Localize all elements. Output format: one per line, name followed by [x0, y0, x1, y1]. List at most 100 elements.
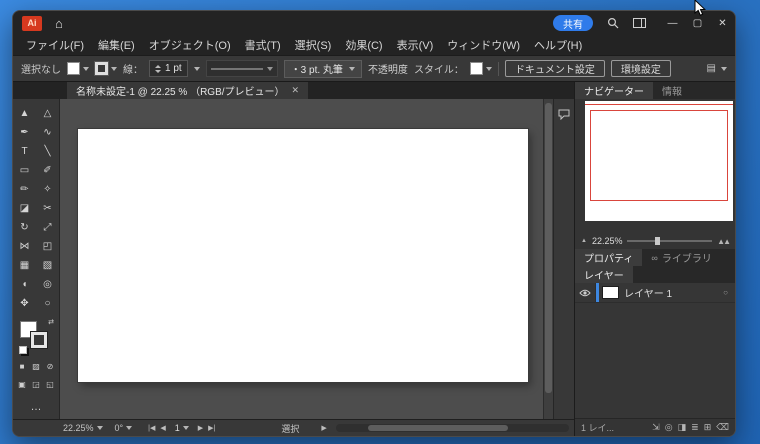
- delete-layer-icon[interactable]: ⌫: [716, 422, 729, 433]
- eraser-tool[interactable]: ◪: [16, 201, 34, 217]
- selection-tool[interactable]: ▲: [16, 106, 34, 122]
- menu-edit[interactable]: 編集(E): [91, 37, 142, 53]
- blend-tool[interactable]: ◎: [39, 277, 57, 293]
- document-tab[interactable]: 名称未設定-1 @ 22.25 % （RGB/プレビュー） ✕: [67, 82, 308, 99]
- tab-layers[interactable]: レイヤー: [575, 266, 633, 283]
- free-transform-tool[interactable]: ◰: [39, 239, 57, 255]
- width-profile-dropdown[interactable]: [206, 60, 278, 77]
- share-button[interactable]: 共有: [553, 15, 593, 31]
- navigator-zoom-value[interactable]: 22.25%: [592, 236, 623, 246]
- maximize-button[interactable]: ▢: [685, 11, 710, 35]
- line-segment-tool[interactable]: ╲: [39, 144, 57, 160]
- comments-icon[interactable]: [558, 107, 570, 125]
- type-tool[interactable]: T: [16, 144, 34, 160]
- pencil-tool[interactable]: ✏: [16, 182, 34, 198]
- default-colors-icon[interactable]: [19, 346, 27, 354]
- prev-artboard-button[interactable]: ◀: [160, 424, 165, 432]
- menu-view[interactable]: 表示(V): [390, 37, 441, 53]
- layer-target-icon[interactable]: ○: [723, 288, 728, 297]
- zoom-in-icon[interactable]: ▲▲: [717, 237, 729, 246]
- navigator-view-proxy[interactable]: [590, 110, 728, 201]
- new-sublayer-icon[interactable]: ≣: [691, 422, 699, 433]
- search-icon[interactable]: [607, 17, 619, 29]
- horizontal-scrollbar[interactable]: [336, 424, 569, 432]
- gradient-button[interactable]: ▨: [31, 362, 41, 371]
- artboard[interactable]: [78, 129, 528, 382]
- visibility-eye-icon[interactable]: [575, 283, 596, 302]
- last-artboard-button[interactable]: ▶|: [208, 424, 215, 432]
- shaper-tool[interactable]: ✧: [39, 182, 57, 198]
- draw-inside-button[interactable]: ◱: [45, 380, 55, 389]
- new-layer-icon[interactable]: ⊞: [704, 422, 712, 433]
- draw-behind-button[interactable]: ◲: [31, 380, 41, 389]
- layer-name[interactable]: レイヤー 1: [624, 285, 723, 300]
- illustrator-app-icon[interactable]: Ai: [22, 16, 42, 31]
- layer-row[interactable]: レイヤー 1 ○: [575, 283, 735, 303]
- rotate-tool[interactable]: ↻: [16, 220, 34, 236]
- tab-cc-libraries[interactable]: ∞ライブラリ: [642, 249, 720, 266]
- menu-help[interactable]: ヘルプ(H): [527, 37, 589, 53]
- menu-effect[interactable]: 効果(C): [338, 37, 389, 53]
- vertical-scrollbar-thumb[interactable]: [545, 103, 552, 393]
- tab-info[interactable]: 情報: [653, 82, 691, 99]
- canvas[interactable]: [60, 99, 543, 419]
- none-button[interactable]: ⊘: [45, 362, 55, 371]
- next-artboard-button[interactable]: ▶: [198, 424, 203, 432]
- direct-selection-tool[interactable]: △: [39, 106, 57, 122]
- workspace-layout-icon[interactable]: [633, 18, 646, 28]
- menu-object[interactable]: オブジェクト(O): [142, 37, 238, 53]
- stepper-arrows-icon[interactable]: [155, 65, 161, 73]
- width-tool[interactable]: ⋈: [16, 239, 34, 255]
- zoom-level-dropdown[interactable]: 22.25%: [59, 423, 107, 433]
- pen-tool[interactable]: ✒: [16, 125, 34, 141]
- locate-object-icon[interactable]: ◎: [665, 422, 673, 433]
- tab-navigator[interactable]: ナビゲーター: [575, 82, 653, 99]
- fill-color-control[interactable]: [67, 62, 89, 75]
- first-artboard-button[interactable]: |◀: [148, 424, 155, 432]
- gradient-tool[interactable]: ▧: [39, 258, 57, 274]
- mesh-tool[interactable]: ▦: [16, 258, 34, 274]
- opacity-link[interactable]: 不透明度: [368, 61, 408, 76]
- brush-definition-dropdown[interactable]: ・3 pt. 丸筆: [284, 60, 362, 78]
- minimize-button[interactable]: —: [660, 11, 685, 35]
- curvature-tool[interactable]: ∿: [39, 125, 57, 141]
- eyedropper-tool[interactable]: ◖: [16, 277, 34, 293]
- horizontal-scrollbar-thumb[interactable]: [368, 425, 508, 431]
- stroke-weight-dropdown-icon[interactable]: [194, 67, 200, 71]
- menu-window[interactable]: ウィンドウ(W): [440, 37, 527, 53]
- status-menu-icon[interactable]: ▶: [321, 424, 326, 432]
- tab-close-icon[interactable]: ✕: [292, 85, 300, 96]
- document-setup-button[interactable]: ドキュメント設定: [505, 60, 605, 77]
- zoom-out-icon[interactable]: ▲: [581, 238, 587, 244]
- vertical-scrollbar[interactable]: [543, 99, 553, 419]
- stroke-color-swatch[interactable]: [31, 332, 47, 348]
- navigator-preview[interactable]: [585, 101, 733, 221]
- layer-thumbnail[interactable]: [603, 287, 618, 298]
- menu-file[interactable]: ファイル(F): [19, 37, 91, 53]
- color-button[interactable]: ■: [17, 362, 27, 371]
- make-clipping-mask-icon[interactable]: ◨: [678, 422, 687, 433]
- rotation-dropdown[interactable]: 0°: [111, 423, 137, 433]
- menu-select[interactable]: 選択(S): [288, 37, 339, 53]
- home-icon[interactable]: ⌂: [55, 17, 63, 30]
- tab-properties[interactable]: プロパティ: [575, 249, 642, 266]
- zoom-slider-thumb[interactable]: [655, 237, 660, 245]
- style-swatch-dropdown[interactable]: [470, 62, 492, 75]
- close-button[interactable]: ✕: [710, 11, 735, 35]
- swap-colors-icon[interactable]: ⇄: [48, 318, 54, 326]
- artboard-number-dropdown[interactable]: 1: [171, 423, 193, 433]
- control-panel-chevron-icon[interactable]: [721, 67, 727, 71]
- edit-toolbar-icon[interactable]: …: [13, 401, 59, 413]
- draw-normal-button[interactable]: ▣: [17, 380, 27, 389]
- scissors-tool[interactable]: ✂: [39, 201, 57, 217]
- hand-tool[interactable]: ✥: [16, 296, 34, 312]
- navigator-zoom-slider[interactable]: [627, 240, 712, 242]
- rectangle-tool[interactable]: ▭: [16, 163, 34, 179]
- paintbrush-tool[interactable]: ✐: [39, 163, 57, 179]
- zoom-tool[interactable]: ○: [39, 296, 57, 312]
- scale-tool[interactable]: ⤢: [39, 220, 57, 236]
- menu-type[interactable]: 書式(T): [238, 37, 288, 53]
- preferences-button[interactable]: 環境設定: [611, 60, 671, 77]
- stroke-color-control[interactable]: [95, 62, 117, 75]
- collect-for-export-icon[interactable]: ⇲: [652, 422, 660, 433]
